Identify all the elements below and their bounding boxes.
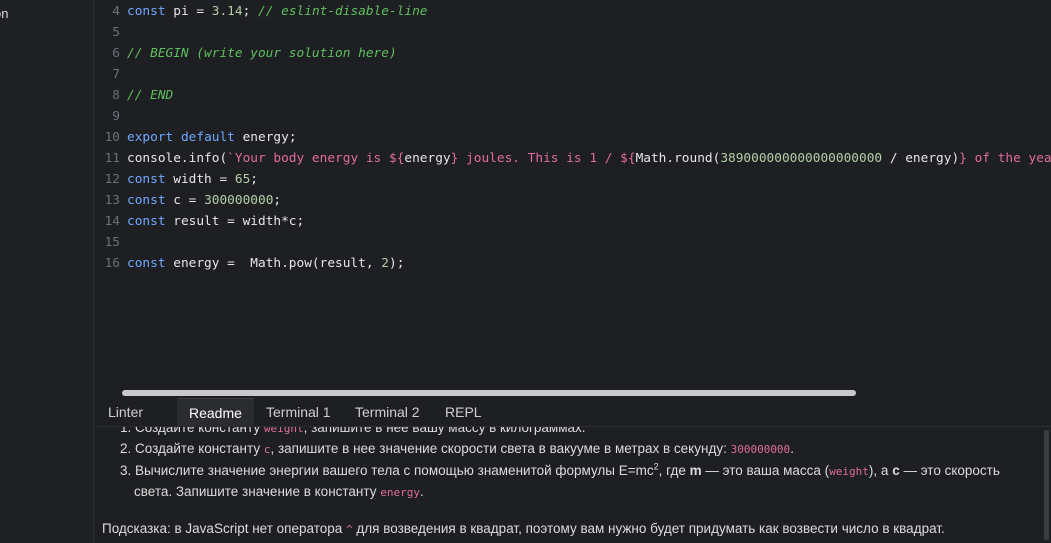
code-token: const	[127, 193, 166, 208]
tab-readme[interactable]: Readme	[177, 398, 254, 427]
code-token: const	[127, 256, 166, 271]
bottom-panel-tabs: Linter Readme Terminal 1 Terminal 2 REPL	[94, 398, 1051, 427]
line-number: 9	[112, 109, 120, 124]
code-editor[interactable]: 4 const pi = 3.14; // eslint-disable-line…	[94, 0, 1051, 398]
line-number: 5	[112, 25, 120, 40]
code-token: 65	[234, 172, 251, 187]
line-number: 16	[104, 256, 120, 271]
tab-terminal-2[interactable]: Terminal 2	[343, 398, 432, 426]
inline-code: ^	[346, 523, 353, 536]
readme-item-2: 2. Создайте константу c, запишите в нее …	[120, 441, 794, 456]
code-token: energy;	[234, 130, 297, 145]
code-line: 5	[94, 22, 127, 43]
readme-panel: 1. Создайте константу weight, запишите в…	[94, 427, 1038, 543]
code-token: // eslint-disable-line	[258, 4, 428, 19]
code-token: // BEGIN (write your solution here)	[127, 46, 397, 61]
code-token: // END	[127, 88, 174, 103]
code-line: 4 const pi = 3.14; // eslint-disable-line	[94, 1, 428, 22]
readme-hint: Подсказка: в JavaScript нет оператора ^ …	[102, 521, 945, 536]
code-token: 300000000	[204, 193, 274, 208]
code-line: 6 // BEGIN (write your solution here)	[94, 43, 397, 64]
code-token: `Your body energy is	[227, 151, 389, 166]
code-token: Math.round(	[635, 151, 721, 166]
code-token: result = width*c;	[165, 214, 305, 229]
code-token: 389000000000000000000	[720, 151, 883, 166]
code-token: joules. This is 1 /	[458, 151, 621, 166]
code-line: 12 const width = 65;	[94, 169, 258, 190]
sidebar-item-partial[interactable]: on	[0, 6, 8, 21]
code-token: default	[180, 130, 235, 145]
readme-item-1: 1. Создайте константу weight, запишите в…	[120, 427, 586, 435]
vertical-scrollbar[interactable]	[1044, 430, 1049, 540]
line-number: 4	[112, 4, 120, 19]
code-token: ;	[242, 4, 259, 19]
inline-code: 300000000	[730, 443, 791, 456]
code-token: const	[127, 4, 166, 19]
tab-repl[interactable]: REPL	[433, 398, 494, 426]
code-line: 9	[94, 106, 127, 127]
line-number: 6	[112, 46, 120, 61]
horizontal-scrollbar[interactable]	[122, 390, 882, 398]
code-token: }	[959, 151, 967, 166]
line-number: 14	[104, 214, 120, 229]
inline-code: weight	[829, 465, 869, 478]
code-line: 7	[94, 64, 127, 85]
readme-item-3: 3. Вычислите значение энергии вашего тел…	[120, 461, 1000, 478]
line-number: 15	[104, 235, 120, 250]
line-number: 12	[104, 172, 120, 187]
code-line: 13 const c = 300000000;	[94, 190, 282, 211]
code-line: 11 console.info(`Your body energy is ${en…	[94, 148, 1051, 169]
code-token: of the yea	[966, 151, 1051, 166]
code-token: ;	[273, 193, 282, 208]
code-token: energy	[404, 151, 451, 166]
code-token: 3.14	[211, 4, 243, 19]
sidebar: on	[0, 0, 94, 543]
inline-code: energy	[380, 486, 420, 499]
code-line: 14 const result = width*c;	[94, 211, 305, 232]
line-number: 7	[112, 67, 120, 82]
scrollbar-thumb[interactable]	[122, 390, 856, 396]
code-line: 15	[94, 232, 127, 253]
code-token: const	[127, 172, 166, 187]
code-token: / energy)	[882, 151, 960, 166]
code-token: pi =	[165, 4, 212, 19]
tab-linter[interactable]: Linter	[96, 398, 155, 426]
code-token: export	[127, 130, 174, 145]
code-token: ${	[620, 151, 636, 166]
code-token: energy = Math.pow(result,	[165, 256, 382, 271]
code-token: 2	[381, 256, 389, 271]
line-number: 11	[104, 151, 120, 166]
readme-item-3-continued: света. Запишите значение в константу ene…	[134, 484, 424, 499]
line-number: 10	[104, 130, 120, 145]
code-line: 16 const energy = Math.pow(result, 2);	[94, 253, 405, 274]
code-token: width =	[165, 172, 235, 187]
inline-code: weight	[263, 427, 304, 435]
code-token: ${	[388, 151, 405, 166]
code-line: 8 // END	[94, 85, 173, 106]
code-token: const	[127, 214, 166, 229]
line-number: 13	[104, 193, 120, 208]
code-token: c =	[165, 193, 205, 208]
tab-terminal-1[interactable]: Terminal 1	[254, 398, 343, 426]
code-token: ;	[250, 172, 259, 187]
line-number: 8	[112, 88, 120, 103]
code-line: 10 export default energy;	[94, 127, 297, 148]
code-token: console.info(	[127, 151, 228, 166]
code-token: );	[388, 256, 405, 271]
